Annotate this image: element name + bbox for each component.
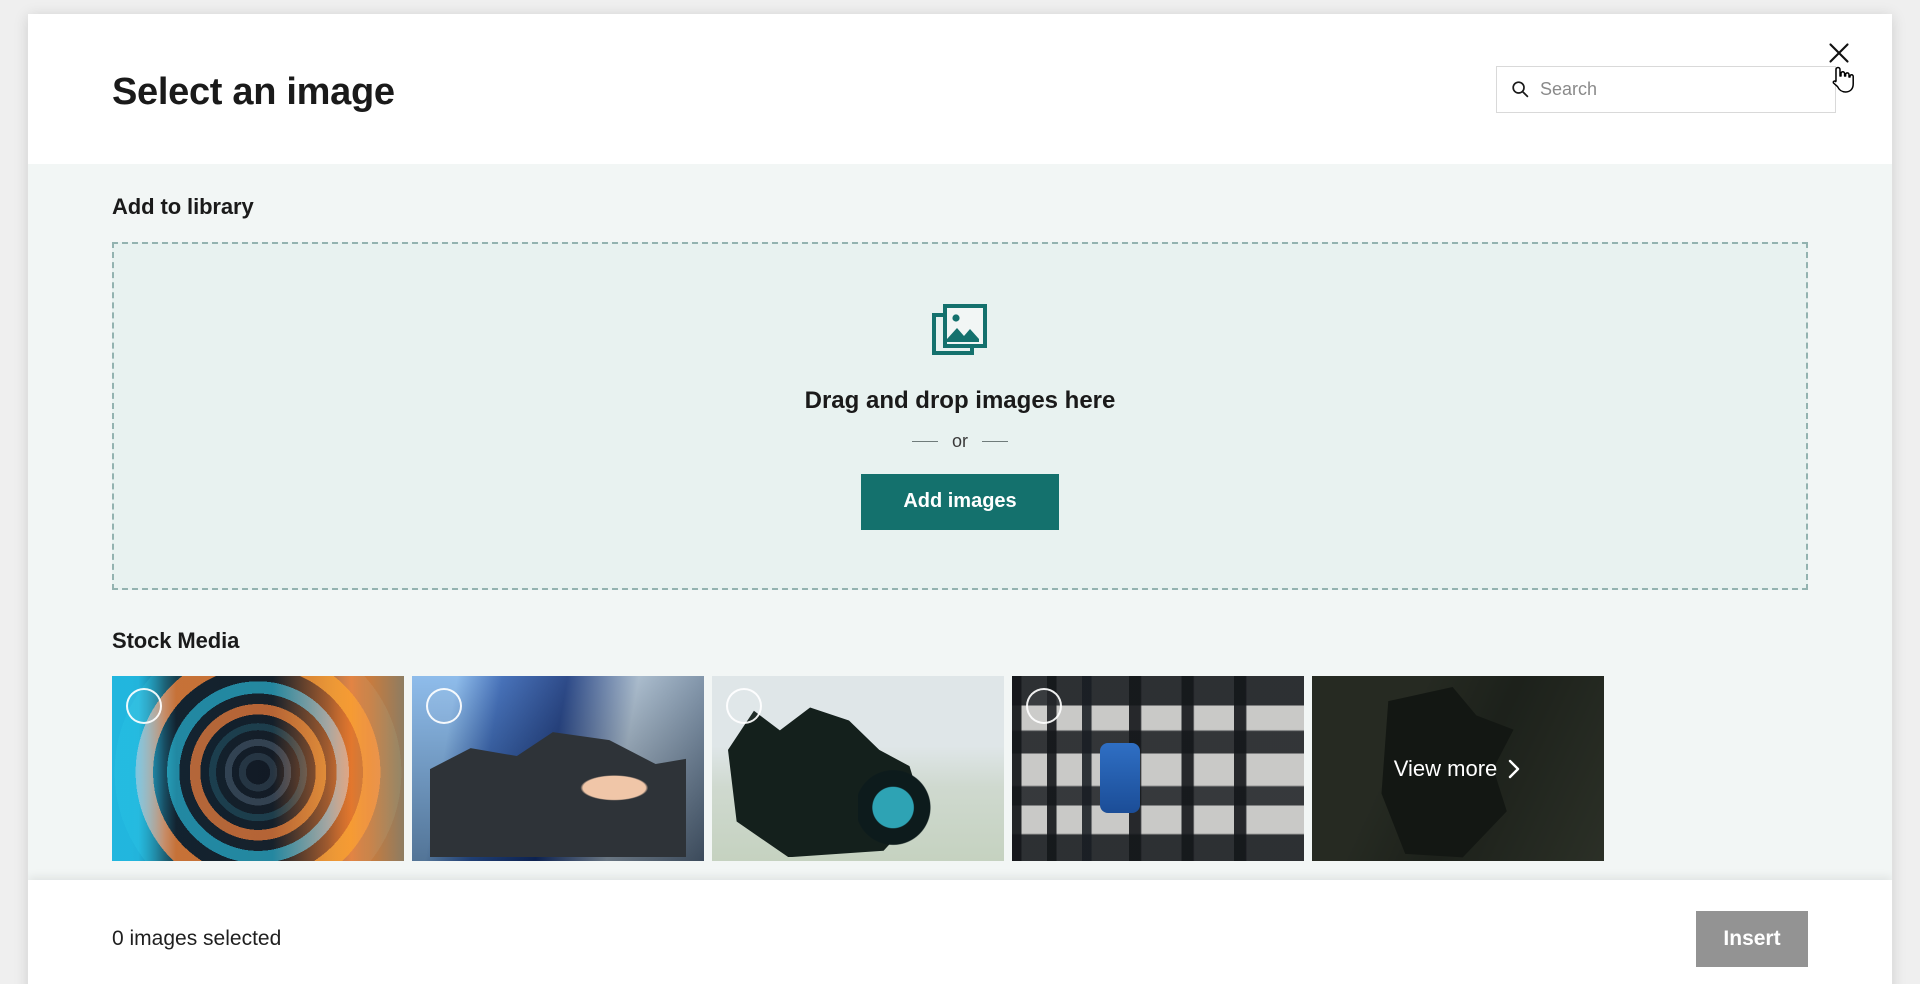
add-to-library-label: Add to library bbox=[112, 194, 254, 219]
stock-thumbnail[interactable] bbox=[1012, 676, 1304, 861]
modal-body: Add to library Drag and drop images here… bbox=[28, 164, 1892, 880]
add-images-button[interactable]: Add images bbox=[861, 473, 1059, 530]
or-label: or bbox=[951, 430, 968, 451]
modal-footer: 0 images selected Insert bbox=[28, 880, 1892, 984]
select-image-modal: Select an image Search Add to library Dr… bbox=[28, 14, 1892, 984]
selection-circle[interactable] bbox=[426, 688, 462, 724]
view-more-tile[interactable]: View more bbox=[1312, 676, 1604, 861]
selection-circle[interactable] bbox=[726, 688, 762, 724]
selection-circle[interactable] bbox=[1026, 688, 1062, 724]
stock-thumbnail[interactable] bbox=[412, 676, 704, 861]
header-right bbox=[1496, 65, 1836, 113]
stock-thumbnail[interactable] bbox=[712, 676, 1004, 861]
page-title: Select an image bbox=[112, 71, 395, 113]
dropzone-title: Drag and drop images here bbox=[804, 386, 1116, 414]
modal-header: Select an image bbox=[28, 14, 1892, 164]
search-box[interactable] bbox=[1496, 65, 1836, 113]
view-more-label: View more bbox=[1393, 755, 1498, 781]
screen: Select an image Search Add to library Dr… bbox=[0, 0, 1920, 984]
chevron-right-icon bbox=[1509, 759, 1520, 778]
dropzone-or-divider: or bbox=[911, 430, 1008, 452]
view-more-overlay[interactable]: View more bbox=[1312, 676, 1604, 861]
divider-right bbox=[982, 440, 1008, 442]
dropzone[interactable]: Drag and drop images here or Add images bbox=[112, 242, 1808, 590]
search-input[interactable] bbox=[1540, 78, 1821, 100]
selection-circle[interactable] bbox=[126, 688, 162, 724]
search-icon bbox=[1511, 80, 1529, 98]
image-stack-icon bbox=[931, 303, 989, 361]
selected-count-label: 0 images selected bbox=[112, 927, 282, 950]
stock-media-label: Stock Media bbox=[112, 628, 240, 653]
close-icon[interactable] bbox=[1824, 38, 1854, 68]
insert-button[interactable]: Insert bbox=[1696, 911, 1808, 967]
stock-thumbnail[interactable] bbox=[112, 676, 404, 861]
stock-media-grid: View more bbox=[112, 676, 1808, 861]
divider-left bbox=[911, 440, 938, 442]
